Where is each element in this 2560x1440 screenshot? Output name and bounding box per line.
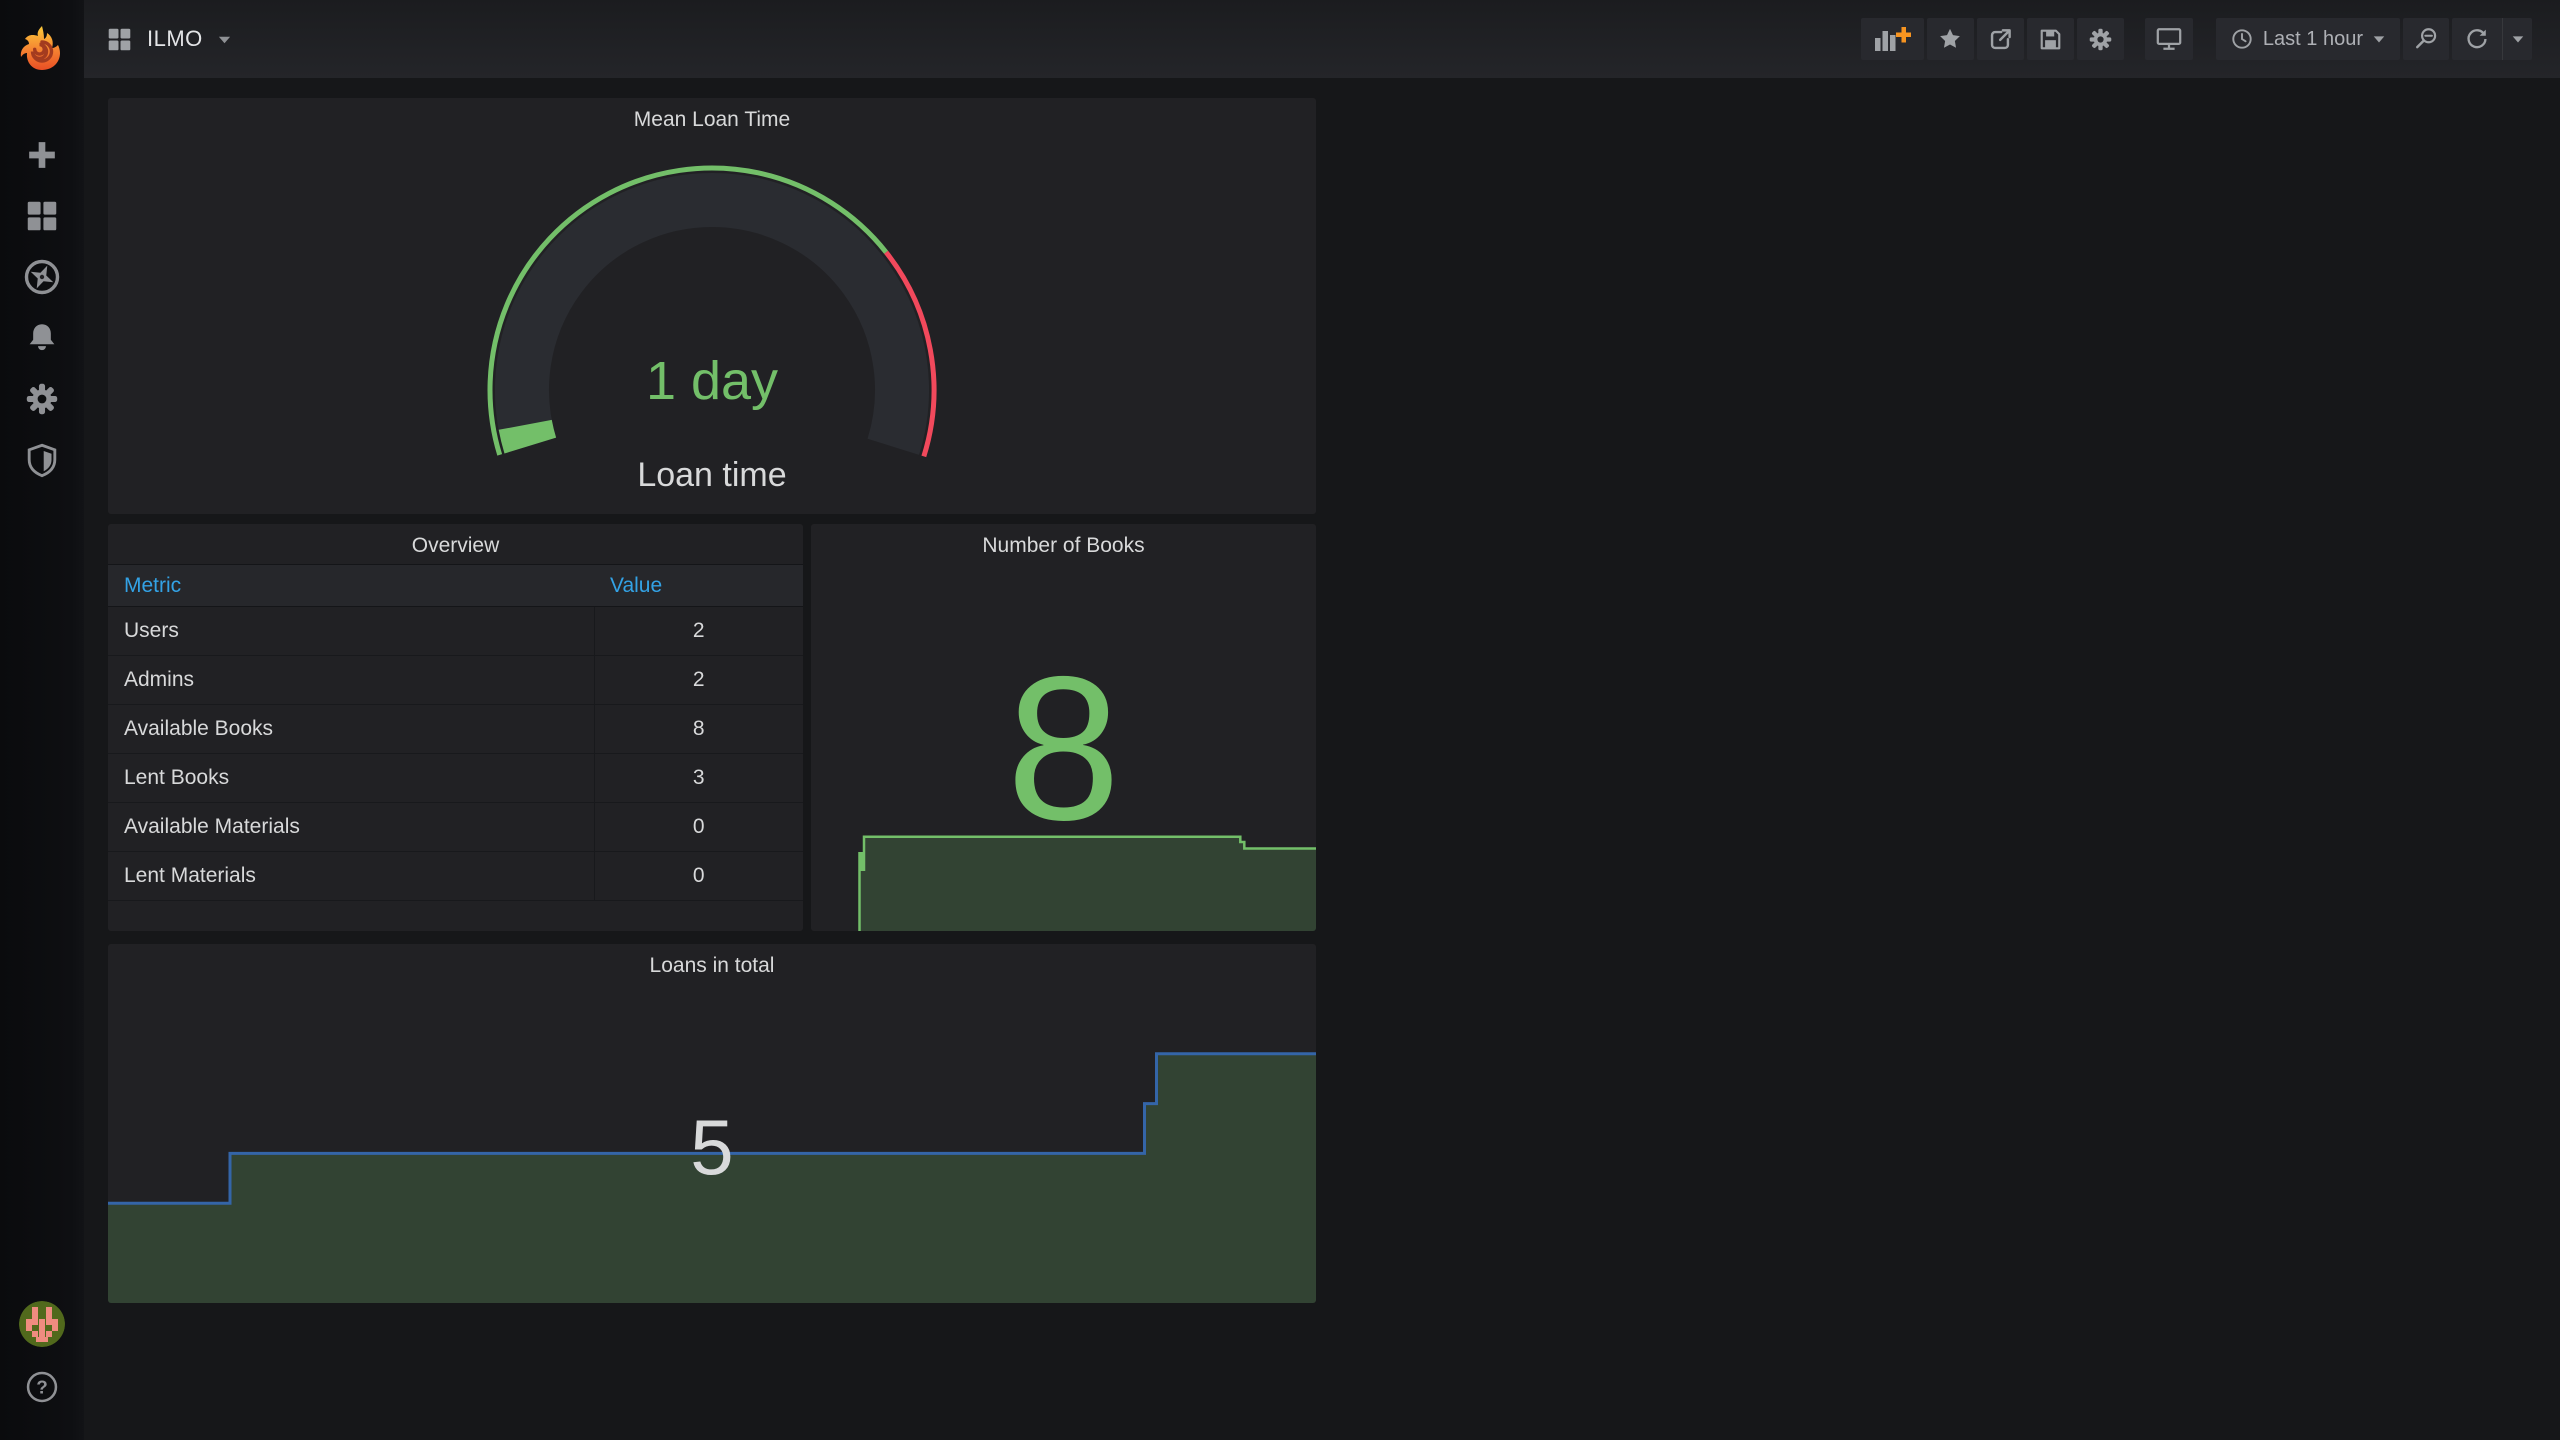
dashboards-grid-icon: [27, 201, 57, 230]
time-range-zoom-out-button[interactable]: [2403, 18, 2449, 60]
share-dashboard-button[interactable]: [1976, 18, 2024, 60]
gauge-value: 1 day: [645, 351, 779, 411]
sidebar-item-dashboards[interactable]: [0, 185, 84, 246]
sidebar: ?: [0, 0, 84, 1440]
help-button[interactable]: ?: [24, 1369, 60, 1410]
sidebar-item-create[interactable]: [0, 124, 84, 185]
shield-icon: [27, 443, 57, 477]
value-cell: 0: [593, 802, 803, 852]
grafana-dashboard: ? ILMO Last 1 hour Mean Loan Time 1 day …: [0, 0, 2560, 1440]
gear-icon: [2089, 28, 2112, 50]
add-panel-icon: [1875, 27, 1912, 51]
mark-favorite-button[interactable]: [1926, 18, 1974, 60]
panel-title[interactable]: Number of Books: [811, 534, 1316, 558]
metric-cell: Available Materials: [108, 802, 594, 852]
dashboard-settings-button[interactable]: [2076, 18, 2124, 60]
refresh-dashboard-button[interactable]: [2452, 18, 2502, 60]
panel-mean-loan-time: Mean Loan Time 1 day Loan time: [108, 98, 1316, 514]
loans-stat-value: 5: [690, 1103, 734, 1191]
refresh-group: [2452, 18, 2532, 60]
table-row: Users 2: [108, 606, 803, 656]
sidebar-item-server-admin[interactable]: [0, 429, 84, 490]
sidebar-nav: [0, 124, 84, 490]
monitor-icon: [2156, 28, 2182, 50]
chevron-down-icon: [218, 36, 230, 43]
grafana-logo[interactable]: [0, 0, 84, 96]
sidebar-bottom: ?: [19, 1301, 65, 1440]
sidebar-item-alerting[interactable]: [0, 307, 84, 368]
sidebar-item-configuration[interactable]: [0, 368, 84, 429]
value-cell: 2: [593, 606, 803, 656]
metric-cell: Users: [108, 606, 594, 656]
cycle-view-mode-button[interactable]: [2144, 18, 2193, 60]
navbar-actions: Last 1 hour: [1860, 18, 2560, 60]
column-header-value[interactable]: Value: [594, 564, 803, 607]
table-row: Available Materials 0: [108, 802, 803, 852]
dashboard-grid-icon: [108, 28, 131, 50]
compass-icon: [24, 259, 60, 294]
stat-value-wrap: 8: [811, 524, 1316, 931]
overview-table-wrap: Metric Value Users 2 Admins 2 Available Book…: [108, 564, 803, 931]
stat-value-wrap: 5: [108, 944, 1316, 1303]
panel-overview: Overview Metric Value Users 2 Admins 2 Avail…: [108, 524, 803, 931]
metric-cell: Available Books: [108, 704, 594, 754]
table-row: Lent Materials 0: [108, 851, 803, 901]
panel-title[interactable]: Overview: [108, 534, 803, 558]
panel-title[interactable]: Mean Loan Time: [108, 108, 1316, 132]
table-row: Admins 2: [108, 655, 803, 705]
time-range-label: Last 1 hour: [2262, 27, 2363, 50]
chevron-down-icon: [2512, 36, 2523, 43]
add-panel-button[interactable]: [1860, 18, 1924, 60]
bell-icon: [29, 323, 55, 350]
navbar: ILMO Last 1 hour: [84, 0, 2560, 78]
value-cell: 8: [593, 704, 803, 754]
value-cell: 3: [593, 753, 803, 803]
avatar-pixel-icon: [19, 1301, 65, 1347]
metric-cell: Admins: [108, 655, 594, 705]
zoom-out-icon: [2415, 28, 2437, 49]
refresh-icon: [2467, 29, 2487, 49]
save-icon: [2040, 29, 2061, 49]
books-stat-value: 8: [1006, 633, 1121, 863]
panel-title[interactable]: Loans in total: [108, 954, 1316, 978]
question-mark-icon: ?: [26, 1371, 58, 1403]
panel-loans-in-total: Loans in total 5: [108, 944, 1316, 1303]
grafana-logo-icon: [20, 26, 60, 70]
refresh-interval-picker[interactable]: [2502, 18, 2532, 60]
svg-text:?: ?: [36, 1377, 48, 1398]
dashboard-title: ILMO: [147, 26, 203, 51]
value-cell: 0: [593, 851, 803, 901]
time-range-picker[interactable]: Last 1 hour: [2215, 18, 2400, 60]
save-dashboard-button[interactable]: [2026, 18, 2074, 60]
gauge-value-label: Loan time: [637, 456, 787, 494]
dashboard-grid: Mean Loan Time 1 day Loan time Overview …: [84, 78, 2560, 1440]
clock-icon: [2232, 29, 2252, 49]
metric-cell: Lent Books: [108, 753, 594, 803]
table-row: Lent Books 3: [108, 753, 803, 803]
value-cell: 2: [593, 655, 803, 705]
star-icon: [1940, 28, 1961, 48]
table-row: Available Books 8: [108, 704, 803, 754]
plus-icon: [29, 141, 55, 168]
sidebar-item-explore[interactable]: [0, 246, 84, 307]
user-avatar[interactable]: [19, 1301, 65, 1347]
share-icon: [1990, 28, 2011, 49]
dashboard-picker[interactable]: ILMO: [84, 26, 232, 53]
gear-icon: [26, 383, 58, 414]
metric-cell: Lent Materials: [108, 851, 594, 901]
gauge-chart: [487, 165, 937, 458]
chevron-down-icon: [2373, 36, 2385, 43]
column-header-metric[interactable]: Metric: [108, 564, 594, 607]
panel-number-of-books: Number of Books 8: [811, 524, 1316, 931]
overview-table: Metric Value Users 2 Admins 2 Available Book…: [108, 564, 803, 901]
